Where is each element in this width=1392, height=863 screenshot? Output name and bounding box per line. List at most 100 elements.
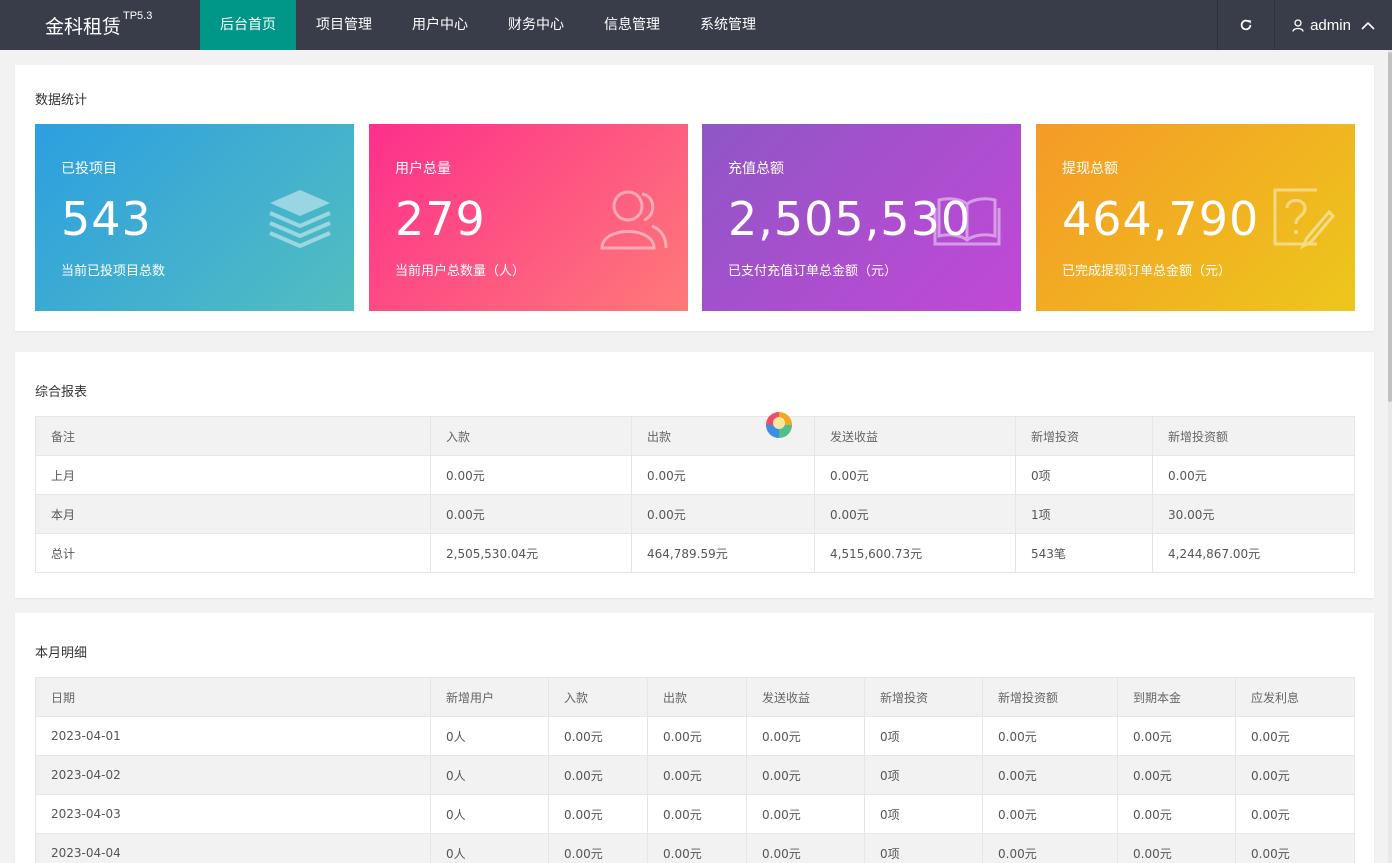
- table-cell: 0.00元: [1235, 833, 1355, 863]
- monthly-title: 本月明细: [35, 646, 88, 661]
- table-row: 2023-04-03 0人 0.00元 0.00元 0.00元 0项 0.00元…: [35, 794, 1355, 834]
- card-total-withdraw: 提现总额 464,790 已完成提现订单总金额（元）: [1036, 124, 1355, 311]
- table-cell: 上月: [35, 455, 431, 495]
- brand-version: TP5.3: [123, 10, 153, 22]
- table-cell: 0.00元: [1152, 455, 1355, 495]
- table-cell: 0.00元: [548, 716, 648, 756]
- stats-panel: 数据统计 已投项目 543 当前已投项目总数 用户总量 279 当前用户总数量（…: [15, 65, 1374, 331]
- table-cell: 0.00元: [982, 755, 1118, 795]
- table-cell: 0人: [430, 716, 549, 756]
- column-header: 日期: [35, 677, 431, 717]
- card-label: 用户总量: [395, 161, 451, 177]
- brand[interactable]: 金科租赁 TP5.3: [0, 0, 200, 50]
- table-cell: 0.00元: [1117, 794, 1236, 834]
- layers-icon: [269, 190, 331, 248]
- scrollbar-thumb[interactable]: [1388, 52, 1392, 402]
- card-desc: 当前已投项目总数: [61, 264, 166, 279]
- table-cell: 2,505,530.04元: [430, 533, 632, 573]
- table-row: 本月 0.00元 0.00元 0.00元 1项 30.00元: [35, 494, 1355, 534]
- card-value: 543: [61, 192, 152, 246]
- user-menu[interactable]: admin: [1274, 0, 1392, 50]
- card-total-users: 用户总量 279 当前用户总数量（人）: [369, 124, 688, 311]
- table-cell: 0.00元: [1235, 755, 1355, 795]
- table-cell: 2023-04-03: [35, 794, 431, 834]
- table-cell: 2023-04-02: [35, 755, 431, 795]
- username: admin: [1310, 16, 1351, 34]
- table-cell: 0.00元: [647, 716, 747, 756]
- table-cell: 2023-04-04: [35, 833, 431, 863]
- table-cell: 0.00元: [1235, 716, 1355, 756]
- nav-item-projects[interactable]: 项目管理: [296, 0, 392, 50]
- table-cell: 0.00元: [746, 833, 865, 863]
- chevron-up-icon: [1361, 21, 1375, 30]
- table-cell: 0.00元: [814, 455, 1016, 495]
- table-cell: 0人: [430, 794, 549, 834]
- top-right-tools: admin: [1217, 0, 1392, 50]
- table-cell: 0.00元: [1235, 794, 1355, 834]
- nav-item-users[interactable]: 用户中心: [392, 0, 488, 50]
- card-label: 已投项目: [61, 161, 117, 177]
- table-cell: 0.00元: [430, 455, 632, 495]
- card-desc: 已完成提现订单总金额（元）: [1062, 264, 1232, 279]
- table-cell: 0.00元: [1117, 755, 1236, 795]
- nav-item-home[interactable]: 后台首页: [200, 0, 296, 50]
- card-invested-projects: 已投项目 543 当前已投项目总数: [35, 124, 354, 311]
- monthly-panel: 本月明细 日期 新增用户 入款 出款 发送收益 新增投资 新增投资额 到期本金 …: [15, 613, 1374, 863]
- table-cell: 4,515,600.73元: [814, 533, 1016, 573]
- card-label: 充值总额: [728, 161, 784, 177]
- table-cell: 0.00元: [647, 755, 747, 795]
- table-cell: 0.00元: [1117, 716, 1236, 756]
- table-cell: 0.00元: [647, 833, 747, 863]
- top-navbar: 金科租赁 TP5.3 后台首页 项目管理 用户中心 财务中心 信息管理 系统管理…: [0, 0, 1392, 50]
- table-cell: 0.00元: [746, 716, 865, 756]
- table-cell: 0.00元: [548, 794, 648, 834]
- table-cell: 0.00元: [430, 494, 632, 534]
- users-icon: [600, 190, 668, 250]
- table-cell: 0.00元: [631, 494, 815, 534]
- table-cell: 464,789.59元: [631, 533, 815, 573]
- table-header-row: 日期 新增用户 入款 出款 发送收益 新增投资 新增投资额 到期本金 应发利息: [35, 677, 1355, 717]
- book-icon: [933, 197, 1001, 246]
- table-cell: 0.00元: [746, 794, 865, 834]
- column-header: 新增投资额: [1152, 416, 1355, 456]
- table-cell: 本月: [35, 494, 431, 534]
- column-header: 新增投资额: [982, 677, 1118, 717]
- card-desc: 已支付充值订单总金额（元）: [728, 264, 898, 279]
- table-cell: 0.00元: [982, 794, 1118, 834]
- table-cell: 2023-04-01: [35, 716, 431, 756]
- refresh-icon: [1240, 19, 1252, 31]
- table-row: 2023-04-04 0人 0.00元 0.00元 0.00元 0项 0.00元…: [35, 833, 1355, 863]
- table-cell: 0人: [430, 755, 549, 795]
- refresh-button[interactable]: [1217, 0, 1274, 50]
- report-title: 综合报表: [35, 385, 88, 400]
- table-row: 上月 0.00元 0.00元 0.00元 0项 0.00元: [35, 455, 1355, 495]
- table-cell: 0.00元: [548, 833, 648, 863]
- question-note-icon: [1273, 188, 1335, 250]
- column-header: 新增投资: [1015, 416, 1153, 456]
- table-cell: 0.00元: [746, 755, 865, 795]
- report-panel: 综合报表 备注 入款 出款 发送收益 新增投资 新增投资额 上月 0.00元 0…: [15, 352, 1374, 598]
- card-desc: 当前用户总数量（人）: [395, 264, 526, 279]
- nav-item-finance[interactable]: 财务中心: [488, 0, 584, 50]
- loading-spinner-icon: [766, 412, 792, 438]
- table-cell: 0.00元: [1117, 833, 1236, 863]
- table-row: 2023-04-01 0人 0.00元 0.00元 0.00元 0项 0.00元…: [35, 716, 1355, 756]
- main-nav: 后台首页 项目管理 用户中心 财务中心 信息管理 系统管理: [200, 0, 776, 50]
- table-cell: 0.00元: [982, 716, 1118, 756]
- table-cell: 0.00元: [647, 794, 747, 834]
- nav-item-system[interactable]: 系统管理: [680, 0, 776, 50]
- user-icon: [1292, 18, 1304, 32]
- table-cell: 总计: [35, 533, 431, 573]
- table-cell: 0项: [864, 794, 983, 834]
- table-cell: 0项: [864, 833, 983, 863]
- table-row: 总计 2,505,530.04元 464,789.59元 4,515,600.7…: [35, 533, 1355, 573]
- table-cell: 0.00元: [548, 755, 648, 795]
- nav-item-info[interactable]: 信息管理: [584, 0, 680, 50]
- column-header: 新增用户: [430, 677, 549, 717]
- card-label: 提现总额: [1062, 161, 1118, 177]
- column-header: 入款: [548, 677, 648, 717]
- card-value: 279: [395, 192, 486, 246]
- table-cell: 1项: [1015, 494, 1153, 534]
- table-cell: 0.00元: [814, 494, 1016, 534]
- table-cell: 0.00元: [982, 833, 1118, 863]
